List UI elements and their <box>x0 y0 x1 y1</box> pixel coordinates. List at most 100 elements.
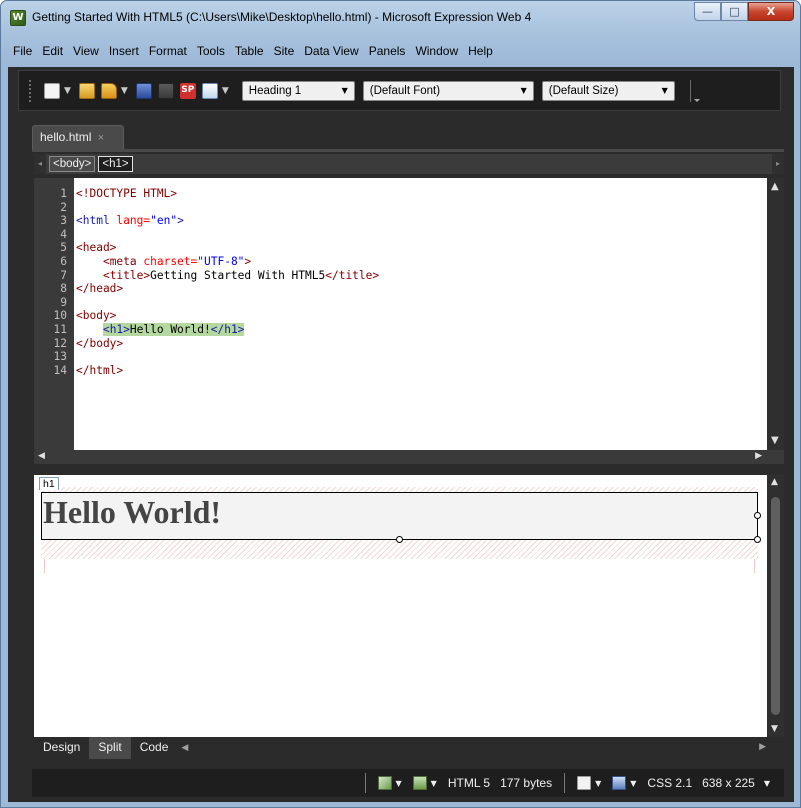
size-select-value: (Default Size) <box>548 84 619 97</box>
h1-tag-label[interactable]: h1 <box>39 477 59 490</box>
menu-insert[interactable]: Insert <box>104 42 144 62</box>
code-text: <html lang="en"> <box>70 214 184 228</box>
menu-site[interactable]: Site <box>269 42 300 62</box>
app-logo-icon: W <box>10 10 26 26</box>
breadcrumb-h1-tag[interactable]: <h1> <box>98 156 133 172</box>
code-vertical-scrollbar[interactable]: ▲ ▼ <box>767 178 784 450</box>
chevron-down-icon[interactable]: ▼ <box>630 779 636 788</box>
code-horizontal-scrollbar[interactable]: ◀ ▶ <box>34 450 784 464</box>
code-text: <h1>Hello World!</h1> <box>70 322 245 337</box>
code-editor[interactable]: 1 <!DOCTYPE HTML> 2 3 <html lang="en"> 4… <box>34 178 784 464</box>
open-icon[interactable] <box>100 82 117 99</box>
selected-h1-element[interactable]: <h1>Hello World!</h1> <box>102 322 245 336</box>
pen-icon[interactable] <box>377 776 392 790</box>
code-line: 5 <head> <box>34 241 379 255</box>
chevron-down-icon[interactable]: ▼ <box>764 779 770 788</box>
scroll-right-icon[interactable]: ▶ <box>759 742 766 752</box>
menu-edit[interactable]: Edit <box>37 42 68 62</box>
notepad-icon[interactable] <box>78 82 95 99</box>
save-all-icon[interactable] <box>157 82 174 99</box>
code-text: </body> <box>76 336 124 350</box>
chevron-down-icon[interactable]: ▼ <box>595 779 601 788</box>
file-size-status: 177 bytes <box>500 776 553 790</box>
resize-handle-bottom[interactable] <box>396 536 403 543</box>
code-line: 13 <box>34 350 379 364</box>
scroll-right-icon[interactable]: ▸ <box>772 154 784 174</box>
css-version-status[interactable]: CSS 2.1 <box>647 776 692 790</box>
menu-data-view[interactable]: Data View <box>299 42 363 62</box>
tab-code[interactable]: Code <box>131 737 178 759</box>
window-controls: — □ X <box>694 2 794 21</box>
scroll-left-icon[interactable]: ◀ <box>181 743 188 753</box>
divider <box>564 773 566 793</box>
close-tab-icon[interactable]: × <box>98 132 104 144</box>
scroll-down-icon[interactable]: ▼ <box>771 724 778 734</box>
split-divider[interactable] <box>34 464 784 475</box>
line-number: 12 <box>53 336 67 350</box>
scroll-down-icon[interactable]: ▼ <box>771 435 779 446</box>
quick-tag-selector: ◂ <body> <h1> ▸ <box>34 154 784 174</box>
scroll-up-icon[interactable]: ▲ <box>771 181 779 192</box>
menu-window[interactable]: Window <box>410 42 463 62</box>
maximize-button[interactable]: □ <box>721 2 748 21</box>
code-token-tag: </h1> <box>210 322 245 336</box>
menu-format[interactable]: Format <box>144 42 192 62</box>
code-line: 3 <html lang="en"> <box>34 214 379 228</box>
open-dropdown-arrow[interactable]: ▼ <box>121 86 128 96</box>
new-page-icon[interactable] <box>44 82 60 99</box>
resize-handle-right[interactable] <box>754 512 761 519</box>
menu-view[interactable]: View <box>68 42 104 62</box>
minimize-button[interactable]: — <box>694 2 721 21</box>
code-token-tag: <meta <box>102 254 144 268</box>
font-select[interactable]: (Default Font) ▼ <box>362 80 534 101</box>
line-number: 6 <box>60 254 67 268</box>
scrollbar-thumb[interactable] <box>771 497 780 715</box>
scroll-left-icon[interactable]: ◂ <box>34 154 46 174</box>
menu-table[interactable]: Table <box>230 42 269 62</box>
window-title: Getting Started With HTML5 (C:\Users\Mik… <box>32 10 532 24</box>
save-icon[interactable] <box>135 82 152 99</box>
style-select-value: Heading 1 <box>248 84 302 97</box>
line-number: 13 <box>53 350 67 364</box>
new-dropdown-arrow[interactable]: ▼ <box>64 86 71 96</box>
code-text: <title>Getting Started With HTML5</title… <box>70 269 379 283</box>
layout-icon[interactable] <box>612 776 627 790</box>
chevron-down-icon: ▼ <box>661 86 668 95</box>
title-bar: W Getting Started With HTML5 (C:\Users\M… <box>1 1 800 33</box>
link-icon[interactable] <box>577 776 592 790</box>
size-select[interactable]: (Default Size) ▼ <box>541 80 675 101</box>
code-text: <!DOCTYPE HTML> <box>76 187 178 200</box>
doctype-status[interactable]: HTML 5 <box>448 776 490 790</box>
page-dimensions-status[interactable]: 638 x 225 <box>702 776 755 790</box>
design-view[interactable]: Hello World! h1 ▲ ▼ <box>34 475 784 737</box>
close-button[interactable]: X <box>748 2 794 21</box>
resize-handle-corner[interactable] <box>754 536 761 543</box>
tab-design[interactable]: Design <box>34 737 89 759</box>
code-line-selected: 11 <h1>Hello World!</h1> <box>34 322 379 337</box>
style-select[interactable]: Heading 1 ▼ <box>241 80 355 101</box>
menu-help[interactable]: Help <box>463 42 498 62</box>
scroll-right-icon[interactable]: ▶ <box>755 451 762 461</box>
menu-panels[interactable]: Panels <box>364 42 411 62</box>
chevron-down-icon[interactable]: ▼ <box>431 779 437 788</box>
scroll-left-icon[interactable]: ◀ <box>38 451 45 461</box>
menu-file[interactable]: File <box>8 42 37 62</box>
breadcrumb-body-tag[interactable]: <body> <box>49 156 96 172</box>
toolbar-grip[interactable] <box>29 79 33 102</box>
sharepoint-icon[interactable]: SP <box>179 82 196 99</box>
design-vertical-scrollbar[interactable]: ▲ ▼ <box>767 475 784 737</box>
menu-tools[interactable]: Tools <box>192 42 230 62</box>
toolbar-overflow-button[interactable] <box>685 79 700 102</box>
code-token-tag: <title> <box>102 268 151 282</box>
preview-dropdown-arrow[interactable]: ▼ <box>222 86 229 96</box>
tab-hello-html[interactable]: hello.html × <box>32 125 124 149</box>
document-icon[interactable] <box>412 776 427 790</box>
scroll-up-icon[interactable]: ▲ <box>771 477 778 487</box>
preview-icon[interactable] <box>201 82 218 99</box>
tab-split[interactable]: Split <box>89 737 131 759</box>
chevron-down-icon[interactable]: ▼ <box>396 779 402 788</box>
code-text: <meta charset="UTF-8"> <box>70 255 251 269</box>
line-number: 4 <box>60 227 67 241</box>
design-heading[interactable]: Hello World! <box>43 494 221 531</box>
